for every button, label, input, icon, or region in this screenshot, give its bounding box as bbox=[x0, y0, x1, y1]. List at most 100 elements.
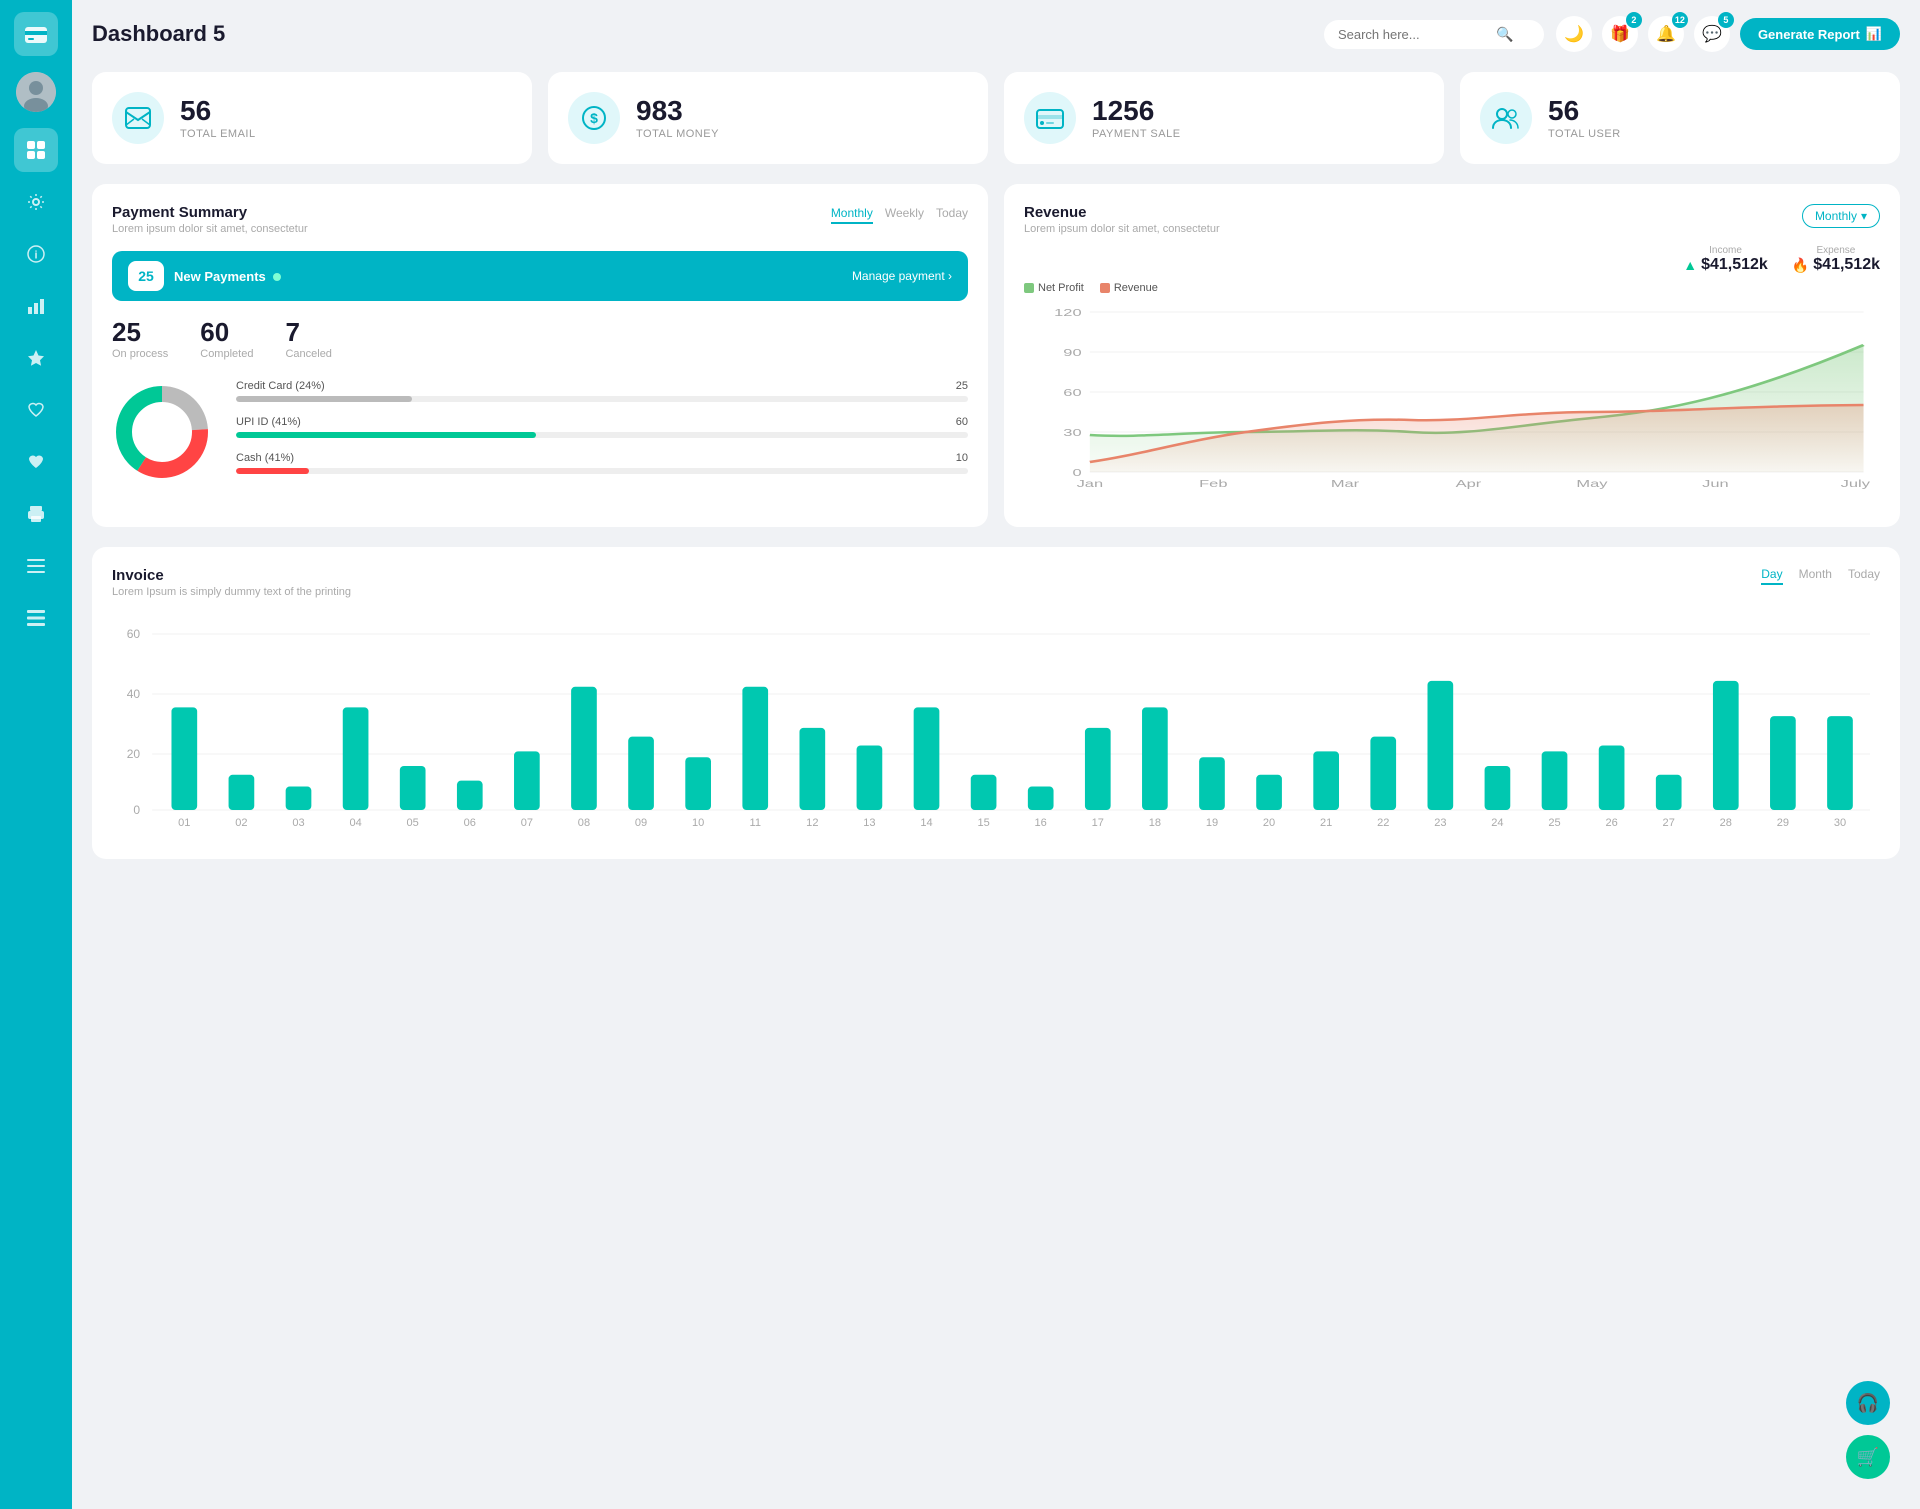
bar-label-upi: UPI ID (41%) bbox=[236, 416, 301, 428]
invoice-x-label: 19 bbox=[1206, 817, 1218, 829]
invoice-bar[interactable] bbox=[400, 766, 426, 810]
svg-text:Feb: Feb bbox=[1199, 478, 1227, 489]
invoice-bar[interactable] bbox=[685, 757, 711, 810]
invoice-bar[interactable] bbox=[229, 775, 255, 810]
support-fab[interactable]: 🎧 bbox=[1846, 1381, 1890, 1425]
fab-area: 🎧 🛒 bbox=[1846, 1381, 1890, 1479]
svg-text:July: July bbox=[1841, 478, 1870, 489]
invoice-x-label: 07 bbox=[521, 817, 533, 829]
invoice-bar[interactable] bbox=[1827, 716, 1853, 810]
cart-fab[interactable]: 🛒 bbox=[1846, 1435, 1890, 1479]
invoice-bar[interactable] bbox=[286, 787, 312, 810]
legend-net-profit: Net Profit bbox=[1024, 282, 1084, 294]
gift-icon-button[interactable]: 🎁 2 bbox=[1602, 16, 1638, 52]
expense-item: Expense 🔥 $41,512k bbox=[1792, 245, 1880, 274]
invoice-x-label: 28 bbox=[1720, 817, 1732, 829]
sidebar: i bbox=[0, 0, 72, 1509]
sidebar-item-list[interactable] bbox=[14, 596, 58, 640]
sidebar-item-heart-filled[interactable] bbox=[14, 440, 58, 484]
bell-icon-button[interactable]: 🔔 12 bbox=[1648, 16, 1684, 52]
search-input[interactable] bbox=[1338, 27, 1488, 42]
invoice-bar[interactable] bbox=[1199, 757, 1225, 810]
tab-weekly[interactable]: Weekly bbox=[885, 204, 924, 224]
revenue-monthly-select[interactable]: Monthly ▾ bbox=[1802, 204, 1880, 228]
search-icon: 🔍 bbox=[1496, 26, 1513, 43]
invoice-bar[interactable] bbox=[628, 737, 654, 810]
invoice-bar[interactable] bbox=[1028, 787, 1054, 810]
stat-card-user: 56 TOTAL USER bbox=[1460, 72, 1900, 164]
invoice-x-label: 16 bbox=[1035, 817, 1047, 829]
sidebar-item-dashboard[interactable] bbox=[14, 128, 58, 172]
invoice-x-label: 30 bbox=[1834, 817, 1846, 829]
tab-today[interactable]: Today bbox=[936, 204, 968, 224]
invoice-section: Invoice Lorem Ipsum is simply dummy text… bbox=[92, 547, 1900, 859]
invoice-bar[interactable] bbox=[1485, 766, 1511, 810]
invoice-x-label: 27 bbox=[1663, 817, 1675, 829]
invoice-bar[interactable] bbox=[1427, 681, 1453, 810]
sidebar-item-menu[interactable] bbox=[14, 544, 58, 588]
invoice-bar[interactable] bbox=[1770, 716, 1796, 810]
invoice-bar[interactable] bbox=[914, 707, 940, 810]
search-bar: 🔍 bbox=[1324, 20, 1544, 49]
svg-text:40: 40 bbox=[127, 687, 141, 701]
invoice-bar[interactable] bbox=[1713, 681, 1739, 810]
invoice-bar[interactable] bbox=[1370, 737, 1396, 810]
invoice-bar[interactable] bbox=[1656, 775, 1682, 810]
svg-text:30: 30 bbox=[1063, 427, 1082, 438]
sidebar-item-heart-outline[interactable] bbox=[14, 388, 58, 432]
invoice-bar[interactable] bbox=[799, 728, 825, 810]
sidebar-logo[interactable] bbox=[14, 12, 58, 56]
svg-text:0: 0 bbox=[133, 803, 140, 817]
invoice-x-label: 23 bbox=[1434, 817, 1446, 829]
on-process-label: On process bbox=[112, 348, 168, 360]
invoice-chart: 60 40 20 0 01020304050607080910111213141… bbox=[112, 614, 1880, 839]
invoice-x-label: 17 bbox=[1092, 817, 1104, 829]
bar-label-cash: Cash (41%) bbox=[236, 452, 294, 464]
invoice-x-label: 09 bbox=[635, 817, 647, 829]
invoice-bar[interactable] bbox=[1085, 728, 1111, 810]
payment-summary-title: Payment Summary bbox=[112, 204, 308, 221]
invoice-x-label: 12 bbox=[806, 817, 818, 829]
invoice-bar[interactable] bbox=[571, 687, 597, 810]
bar-count-cash: 10 bbox=[956, 452, 968, 464]
tab-day[interactable]: Day bbox=[1761, 567, 1782, 585]
sidebar-item-settings[interactable] bbox=[14, 180, 58, 224]
theme-toggle-button[interactable]: 🌙 bbox=[1556, 16, 1592, 52]
sidebar-item-printer[interactable] bbox=[14, 492, 58, 536]
bar-fill-upi bbox=[236, 432, 536, 438]
sidebar-item-info[interactable]: i bbox=[14, 232, 58, 276]
invoice-x-label: 24 bbox=[1491, 817, 1503, 829]
invoice-bar[interactable] bbox=[1599, 745, 1625, 810]
invoice-bar[interactable] bbox=[457, 781, 483, 810]
tab-month[interactable]: Month bbox=[1799, 567, 1832, 585]
invoice-bar[interactable] bbox=[514, 751, 540, 810]
invoice-bar[interactable] bbox=[1313, 751, 1339, 810]
legend-revenue: Revenue bbox=[1100, 282, 1158, 294]
chart-legend: Net Profit Revenue bbox=[1024, 282, 1880, 294]
svg-text:May: May bbox=[1576, 478, 1607, 489]
bar-upi: UPI ID (41%) 60 bbox=[236, 416, 968, 438]
invoice-bar[interactable] bbox=[1142, 707, 1168, 810]
tab-monthly[interactable]: Monthly bbox=[831, 204, 873, 224]
chat-icon-button[interactable]: 💬 5 bbox=[1694, 16, 1730, 52]
invoice-bar[interactable] bbox=[1542, 751, 1568, 810]
sidebar-item-star[interactable] bbox=[14, 336, 58, 380]
invoice-bar[interactable] bbox=[171, 707, 197, 810]
tab-today-invoice[interactable]: Today bbox=[1848, 567, 1880, 585]
invoice-bar[interactable] bbox=[343, 707, 369, 810]
invoice-bar[interactable] bbox=[742, 687, 768, 810]
manage-payment-link[interactable]: Manage payment › bbox=[852, 269, 952, 283]
avatar[interactable] bbox=[16, 72, 56, 112]
generate-report-button[interactable]: Generate Report 📊 bbox=[1740, 18, 1900, 50]
invoice-bar[interactable] bbox=[1256, 775, 1282, 810]
header-icons: 🌙 🎁 2 🔔 12 💬 5 Generate Report 📊 bbox=[1556, 16, 1900, 52]
sidebar-item-analytics[interactable] bbox=[14, 284, 58, 328]
payment-tabs: Monthly Weekly Today bbox=[831, 204, 968, 224]
email-number: 56 bbox=[180, 97, 256, 125]
payment-bars: Credit Card (24%) 25 UPI ID (41%) 60 bbox=[236, 380, 968, 488]
invoice-bar[interactable] bbox=[857, 745, 883, 810]
income-value: $41,512k bbox=[1701, 256, 1768, 274]
svg-text:0: 0 bbox=[1072, 467, 1082, 478]
svg-text:i: i bbox=[34, 250, 37, 262]
invoice-bar[interactable] bbox=[971, 775, 997, 810]
